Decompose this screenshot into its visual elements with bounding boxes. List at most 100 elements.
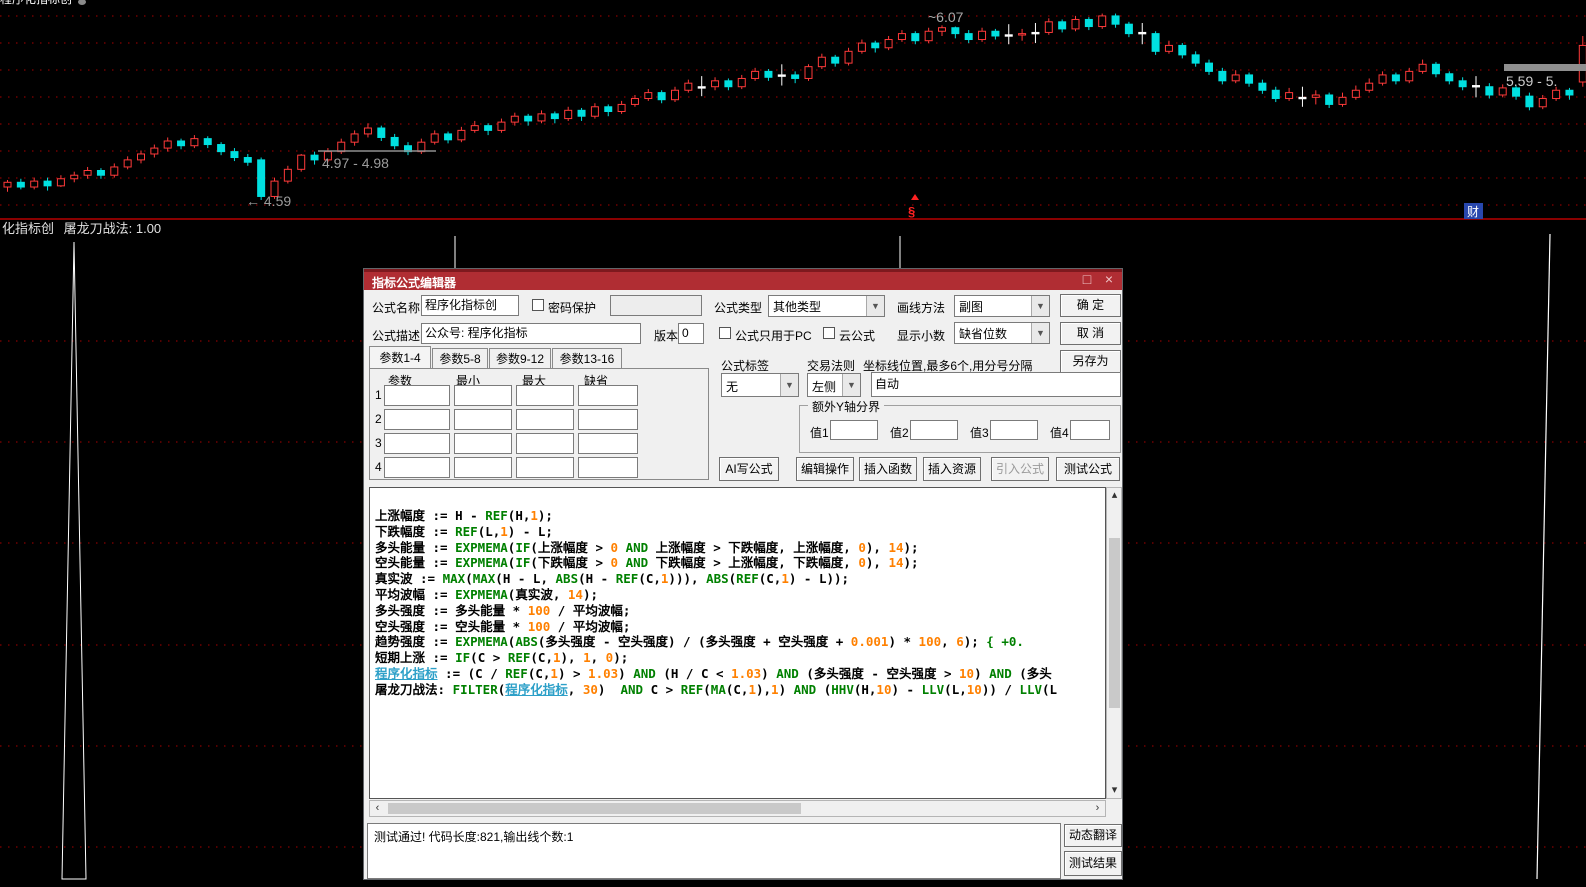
extra-y-input-3[interactable] [990,420,1038,440]
param-input-r2c4[interactable] [578,409,638,430]
param-input-r4c4[interactable] [578,457,638,478]
scroll-left-icon[interactable]: ‹ [370,801,385,816]
code-line[interactable]: 趋势强度 := EXPMEMA(ABS(多头强度 - 空头强度) / (多头强度… [375,634,1105,650]
candle-body [912,34,919,41]
param-row-number: 2 [375,412,382,426]
code-line[interactable]: 空头强度 := 空头能量 * 100 / 平均波幅; [375,619,1105,635]
code-line[interactable]: 空头能量 := EXPMEMA(IF(下跌幅度 > 0 AND 下跌幅度 > 上… [375,555,1105,571]
test-result-button[interactable]: 测试结果 [1064,851,1122,876]
candle-body [605,107,612,112]
decimals-select[interactable]: 缺省位数 ▼ [954,322,1050,344]
extra-y-input-2[interactable] [910,420,958,440]
tab-参数5-8[interactable]: 参数5-8 [432,348,488,368]
candle-body [925,31,932,40]
action-button-插入函数[interactable]: 插入函数 [859,457,917,481]
action-button-测试公式[interactable]: 测试公式 [1056,457,1120,481]
action-button-插入资源[interactable]: 插入资源 [923,457,981,481]
password-checkbox[interactable] [532,299,544,311]
candle-body [752,71,759,78]
candle-body [1019,34,1026,35]
param-input-r1c3[interactable] [516,385,574,406]
code-vertical-scrollbar[interactable]: ▴ ▾ [1106,487,1122,799]
formula-name-input[interactable]: 程序化指标创 [421,295,519,316]
dynamic-translate-button[interactable]: 动态翻译 [1064,824,1122,847]
param-input-r2c2[interactable] [454,409,512,430]
param-input-r3c2[interactable] [454,433,512,454]
price-label-low: ← 4.59 [246,193,291,209]
candle-body [1406,71,1413,80]
code-line[interactable]: 上涨幅度 := H - REF(H,1); [375,508,1105,524]
code-line[interactable]: 真实波 := MAX(MAX(H - L, ABS(H - REF(C,1)))… [375,571,1105,587]
candle-body [1566,90,1573,95]
code-line[interactable]: 多头强度 := 多头能量 * 100 / 平均波幅; [375,603,1105,619]
chevron-down-icon[interactable]: ▼ [866,296,884,316]
code-line[interactable]: 平均波幅 := EXPMEMA(真实波, 14); [375,587,1105,603]
scroll-down-icon[interactable]: ▾ [1107,783,1122,798]
close-button[interactable]: × [1100,271,1118,288]
scroll-up-icon[interactable]: ▴ [1107,488,1122,503]
param-input-r1c4[interactable] [578,385,638,406]
action-button-编辑操作[interactable]: 编辑操作 [796,457,854,481]
trade-rule-select[interactable]: 左侧 ▼ [807,373,861,397]
param-input-r3c4[interactable] [578,433,638,454]
param-input-r3c3[interactable] [516,433,574,454]
code-line[interactable]: 下跌幅度 := REF(L,1) - L; [375,524,1105,540]
param-input-r3c1[interactable] [384,433,450,454]
param-input-r1c2[interactable] [454,385,512,406]
chevron-down-icon[interactable]: ▼ [780,374,798,396]
maximize-button[interactable]: □ [1078,271,1096,288]
cloud-formula-checkbox[interactable] [823,327,835,339]
news-badge[interactable]: 财 [1467,205,1479,219]
coord-position-input[interactable]: 自动 [871,372,1121,397]
sub-indicator-prefix: 化指标创 [2,221,54,236]
code-line[interactable]: 屠龙刀战法: FILTER(程序化指标, 30) AND C > REF(MA(… [375,682,1105,698]
scroll-right-icon[interactable]: › [1090,801,1105,816]
dialog-titlebar[interactable]: 指标公式编辑器 □ × [364,269,1122,290]
param-input-r4c3[interactable] [516,457,574,478]
formula-tag-select[interactable]: 无 ▼ [721,373,799,397]
candle-body [1473,86,1480,87]
param-input-r2c3[interactable] [516,409,574,430]
chevron-down-icon[interactable]: ▼ [1031,323,1049,343]
candle-body [191,139,198,146]
candle-body [939,28,946,32]
action-button-AI写公式[interactable]: AI写公式 [719,457,779,481]
param-input-r4c1[interactable] [384,457,450,478]
code-line[interactable]: 多头能量 := EXPMEMA(IF(上涨幅度 > 0 AND 上涨幅度 > 下… [375,540,1105,556]
section-marker-arrow-icon [911,194,919,200]
chevron-down-icon[interactable]: ▼ [1031,296,1049,316]
sub-indicator-label: 化指标创 屠龙刀战法: 1.00 [2,221,161,236]
code-line[interactable]: 程序化指标 := (C / REF(C,1) > 1.03) AND (H / … [375,666,1105,682]
tab-参数9-12[interactable]: 参数9-12 [489,348,551,368]
horizontal-scroll-thumb[interactable] [388,803,801,814]
ok-button[interactable]: 确 定 [1060,294,1121,317]
tab-参数1-4[interactable]: 参数1-4 [369,346,431,368]
save-as-button[interactable]: 另存为 [1060,350,1121,373]
param-input-r4c2[interactable] [454,457,512,478]
code-horizontal-scrollbar[interactable]: ‹ › [369,800,1106,817]
chevron-down-icon[interactable]: ▼ [842,374,860,396]
draw-method-select[interactable]: 副图 ▼ [954,295,1050,317]
param-input-r1c1[interactable] [384,385,450,406]
formula-code-editor[interactable]: 上涨幅度 := H - REF(H,1);下跌幅度 := REF(L,1) - … [369,487,1106,799]
formula-desc-input[interactable]: 公众号: 程序化指标 [421,323,641,344]
extra-y-axis-group: 额外Y轴分界 值1值2值3值4 [799,405,1121,453]
extra-y-input-4[interactable] [1070,420,1110,440]
pc-only-checkbox[interactable] [719,327,731,339]
version-label: 版本 [654,327,678,344]
extra-y-input-1[interactable] [830,420,878,440]
candle-body [1072,19,1079,28]
price-label-right: 5.59 - 5. [1506,73,1557,89]
version-input[interactable]: 0 [678,323,704,344]
candle-body [1059,22,1066,29]
tab-参数13-16[interactable]: 参数13-16 [552,348,622,368]
candle-body [57,179,64,186]
candle-body [845,51,852,63]
code-line[interactable]: 短期上涨 := IF(C > REF(C,1), 1, 0); [375,650,1105,666]
formula-type-select[interactable]: 其他类型 ▼ [768,295,885,317]
cancel-button[interactable]: 取 消 [1060,322,1121,345]
candle-body [1005,35,1012,36]
candle-body [1272,90,1279,98]
param-input-r2c1[interactable] [384,409,450,430]
vertical-scroll-thumb[interactable] [1109,538,1120,708]
